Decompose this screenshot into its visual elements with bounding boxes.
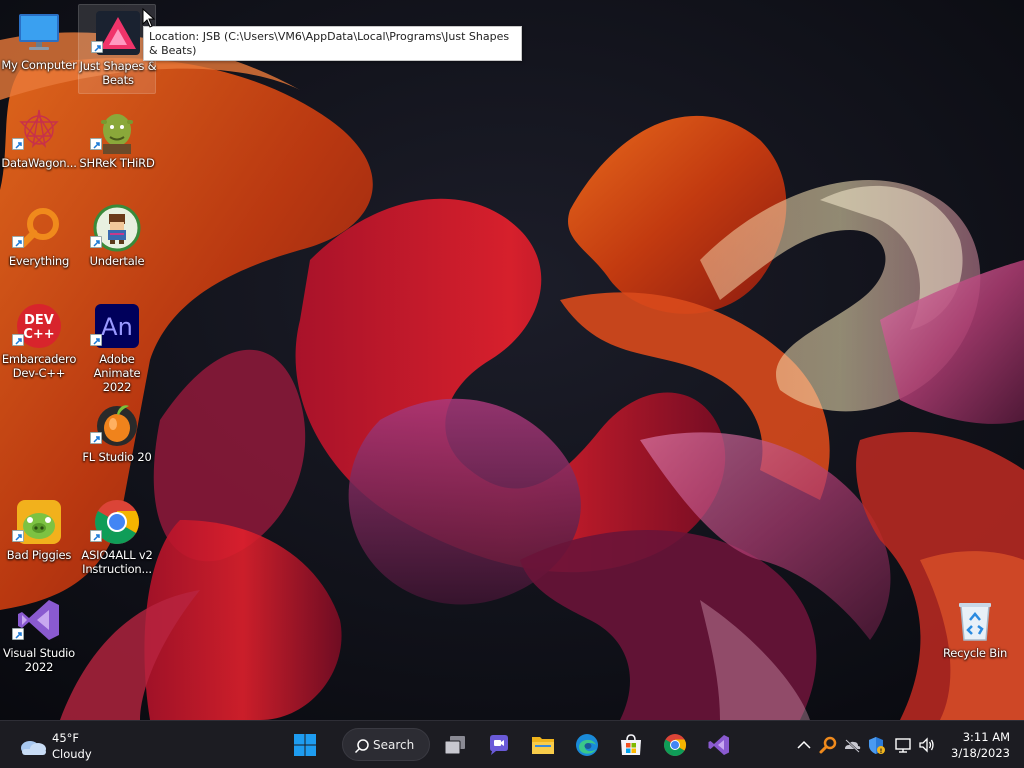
icon-label: ASIO4ALL v2 Instruction... [81,548,153,576]
icon-label: Bad Piggies [6,548,72,562]
chat-button[interactable] [481,727,517,763]
icon-label: Everything [8,254,70,268]
desktop[interactable]: My Computer DataWagon... Everything DEV … [0,0,1024,720]
desktop-icon-everything[interactable]: Everything [0,200,78,290]
svg-text:C++: C++ [23,327,54,342]
task-view-icon [444,736,465,755]
onedrive-offline-icon[interactable] [842,735,862,755]
taskbar: 45°F Cloudy Search ! 3:11 AM 3/18/2023 [0,720,1024,768]
icon-label: DataWagon... [1,156,77,170]
edge-button[interactable] [569,727,605,763]
shortcut-arrow-icon [90,236,102,248]
shortcut-arrow-icon [12,138,24,150]
clock-time: 3:11 AM [962,730,1010,744]
icon-label: Visual Studio 2022 [2,646,75,674]
network-icon[interactable] [893,735,913,755]
security-shield-icon[interactable]: ! [866,735,886,755]
desktop-icon-shrek-third[interactable]: SHReK THiRD [78,102,156,192]
desktop-icon-recycle-bin[interactable]: Recycle Bin [936,592,1014,682]
desktop-icon-adobe-animate[interactable]: An Adobe Animate 2022 [78,298,156,394]
weather-widget[interactable]: 45°F Cloudy [14,729,124,763]
chat-icon [490,735,508,755]
windows-icon [294,734,316,756]
shortcut-arrow-icon [12,628,24,640]
visual-studio-icon [708,735,729,755]
clock-date: 3/18/2023 [951,746,1010,760]
icon-label: SHReK THiRD [79,156,155,170]
shortcut-arrow-icon [90,138,102,150]
svg-text:DEV: DEV [24,313,54,328]
folder-icon [532,737,554,754]
start-button[interactable] [287,727,323,763]
everything-tray-icon[interactable] [818,735,838,755]
search-icon [354,739,369,754]
shortcut-arrow-icon [12,334,24,346]
icon-label: Undertale [89,254,145,268]
icon-label: FL Studio 20 [82,450,152,464]
clock[interactable]: 3:11 AM 3/18/2023 [946,729,1010,761]
weather-condition: Cloudy [52,747,92,761]
desktop-icon-bad-piggies[interactable]: Bad Piggies [0,494,78,584]
desktop-icon-datawagon[interactable]: DataWagon... [0,102,78,192]
icon-label: Embarcadero Dev-C++ [1,352,77,380]
icon-label: My Computer [1,58,77,72]
store-icon [621,734,641,755]
volume-icon[interactable] [917,735,937,755]
shortcut-arrow-icon [90,334,102,346]
chrome-icon [664,734,686,756]
desktop-icon-fl-studio[interactable]: FL Studio 20 [78,396,156,486]
weather-temp: 45°F [52,731,79,745]
recycle-bin-icon [959,603,991,641]
chevron-up-icon[interactable] [794,735,814,755]
icon-label: Just Shapes & Beats [79,59,157,87]
cloud-icon [21,741,46,755]
svg-text:!: ! [880,748,883,755]
icon-location-tooltip: Location: JSB (C:\Users\VM6\AppData\Loca… [143,26,522,61]
monitor-icon [19,14,59,50]
search-label: Search [373,738,415,752]
chrome-taskbar-button[interactable] [657,727,693,763]
file-explorer-button[interactable] [525,727,561,763]
shortcut-arrow-icon [12,236,24,248]
store-button[interactable] [613,727,649,763]
desktop-icon-my-computer[interactable]: My Computer [0,4,78,94]
icon-label: Recycle Bin [942,646,1008,660]
search-button[interactable]: Search [342,728,430,761]
svg-text:An: An [101,313,133,341]
desktop-icon-devcpp[interactable]: DEV C++ Embarcadero Dev-C++ [0,298,78,388]
shortcut-arrow-icon [90,530,102,542]
shortcut-arrow-icon [90,432,102,444]
desktop-icon-undertale[interactable]: Undertale [78,200,156,290]
visual-studio-taskbar-button[interactable] [701,727,737,763]
shortcut-arrow-icon [12,530,24,542]
mouse-cursor-icon [142,8,156,28]
edge-icon [576,734,598,756]
shortcut-arrow-icon [91,41,103,53]
desktop-icon-asio4all[interactable]: ASIO4ALL v2 Instruction... [78,494,156,584]
desktop-icon-visual-studio[interactable]: Visual Studio 2022 [0,592,78,682]
icon-label: Adobe Animate 2022 [93,352,141,394]
task-view-button[interactable] [437,727,473,763]
